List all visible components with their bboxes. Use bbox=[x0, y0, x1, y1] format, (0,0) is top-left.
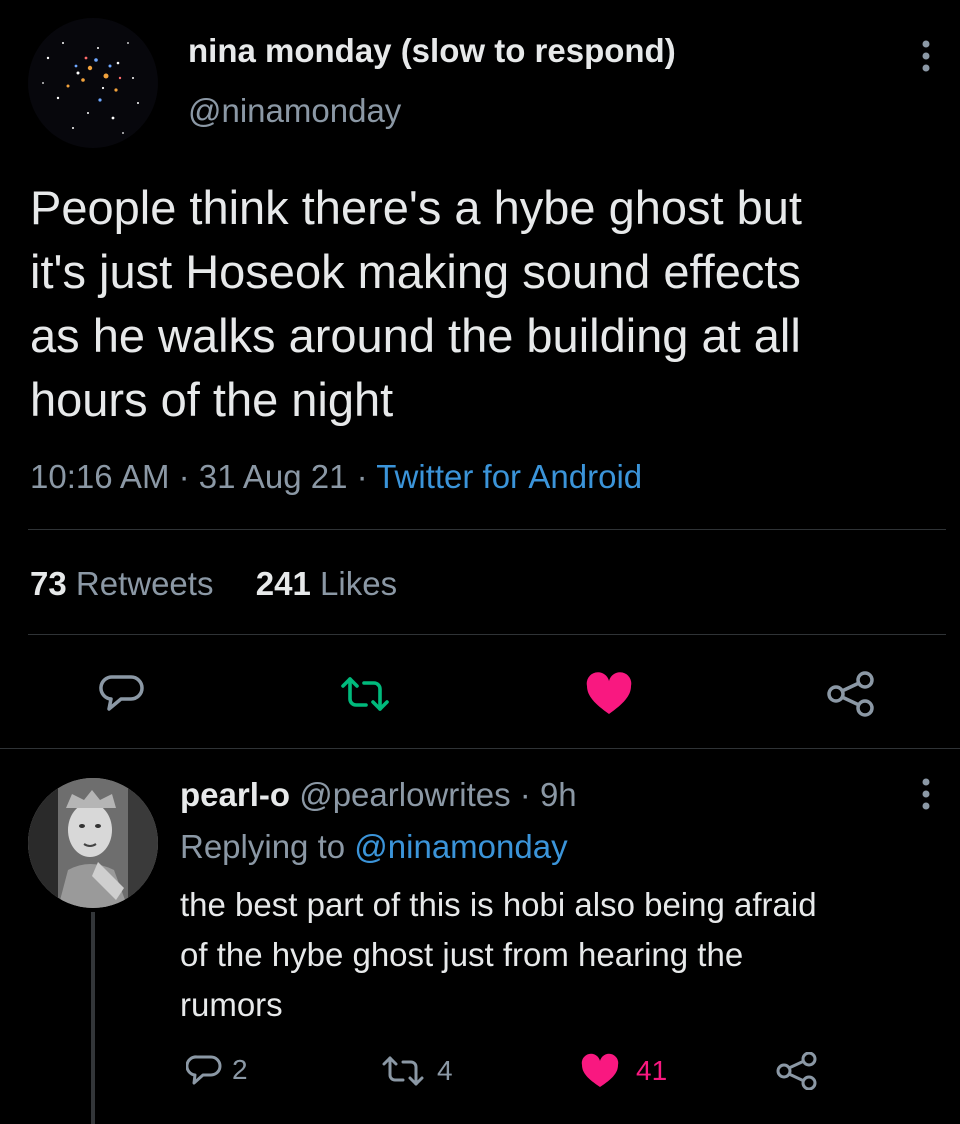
tweet-author-handle[interactable]: @ninamonday bbox=[188, 92, 401, 130]
tweet-time[interactable]: 10:16 AM bbox=[30, 458, 169, 495]
share-icon[interactable] bbox=[826, 671, 876, 717]
tweet-timestamp-row: 10:16 AM · 31 Aug 21 · Twitter for Andro… bbox=[30, 458, 642, 496]
retweets-label: Retweets bbox=[75, 565, 214, 602]
tweet-date[interactable]: 31 Aug 21 bbox=[199, 458, 348, 495]
divider bbox=[28, 529, 946, 530]
reply-text-line: rumors bbox=[180, 986, 283, 1023]
reply-age[interactable]: 9h bbox=[540, 776, 577, 813]
reply-text: the best part of this is hobi also being… bbox=[180, 880, 950, 1030]
tweet-author-avatar[interactable] bbox=[28, 18, 158, 148]
likes-link[interactable]: 241 Likes bbox=[256, 565, 397, 602]
likes-label: Likes bbox=[320, 565, 398, 602]
reply-reply-action[interactable]: 2 bbox=[186, 1052, 248, 1088]
separator: · bbox=[178, 458, 190, 495]
separator: · bbox=[519, 776, 531, 813]
heart-icon bbox=[580, 1053, 620, 1089]
engagement-counts: 73 Retweets 241 Likes bbox=[30, 565, 397, 603]
heart-icon[interactable] bbox=[585, 672, 633, 716]
reply-retweet-action[interactable]: 4 bbox=[381, 1054, 453, 1088]
retweet-icon[interactable] bbox=[339, 673, 391, 715]
reply-icon[interactable] bbox=[99, 671, 145, 717]
reply-icon bbox=[186, 1052, 222, 1088]
tweet-text-line: hours of the night bbox=[30, 373, 394, 426]
retweets-link[interactable]: 73 Retweets bbox=[30, 565, 213, 602]
reply-like-action[interactable]: 41 bbox=[580, 1053, 667, 1089]
likes-count: 241 bbox=[255, 565, 311, 602]
replying-to-link[interactable]: @ninamonday bbox=[354, 828, 567, 865]
share-icon[interactable] bbox=[776, 1052, 818, 1090]
retweet-count: 4 bbox=[437, 1055, 453, 1086]
divider bbox=[0, 748, 960, 749]
thread-line bbox=[91, 912, 95, 1124]
tweet-text: People think there's a hybe ghost but it… bbox=[30, 176, 950, 432]
reply-text-line: of the hybe ghost just from hearing the bbox=[180, 936, 744, 973]
divider bbox=[28, 634, 946, 635]
reply-author-name[interactable]: pearl-o bbox=[180, 776, 290, 813]
like-count: 41 bbox=[636, 1055, 668, 1086]
tweet-text-line: People think there's a hybe ghost but bbox=[30, 181, 802, 234]
reply-header: pearl-o @pearlowrites · 9h bbox=[180, 776, 577, 814]
reply-text-line: the best part of this is hobi also being… bbox=[180, 886, 817, 923]
tweet-author-name[interactable]: nina monday (slow to respond) bbox=[188, 32, 676, 70]
replying-to-row: Replying to @ninamonday bbox=[180, 828, 568, 866]
more-vertical-icon[interactable] bbox=[914, 776, 938, 812]
reply-count: 2 bbox=[232, 1054, 248, 1085]
tweet-text-line: it's just Hoseok making sound effects bbox=[30, 245, 801, 298]
more-vertical-icon[interactable] bbox=[914, 38, 938, 74]
separator: · bbox=[356, 458, 368, 495]
retweets-count: 73 bbox=[30, 565, 67, 602]
reply-author-avatar[interactable] bbox=[28, 778, 158, 908]
replying-to-label: Replying to bbox=[180, 828, 346, 865]
tweet-source-link[interactable]: Twitter for Android bbox=[376, 458, 642, 495]
reply-author-handle[interactable]: @pearlowrites bbox=[299, 776, 510, 813]
tweet-text-line: as he walks around the building at all bbox=[30, 309, 801, 362]
retweet-icon bbox=[381, 1054, 425, 1088]
